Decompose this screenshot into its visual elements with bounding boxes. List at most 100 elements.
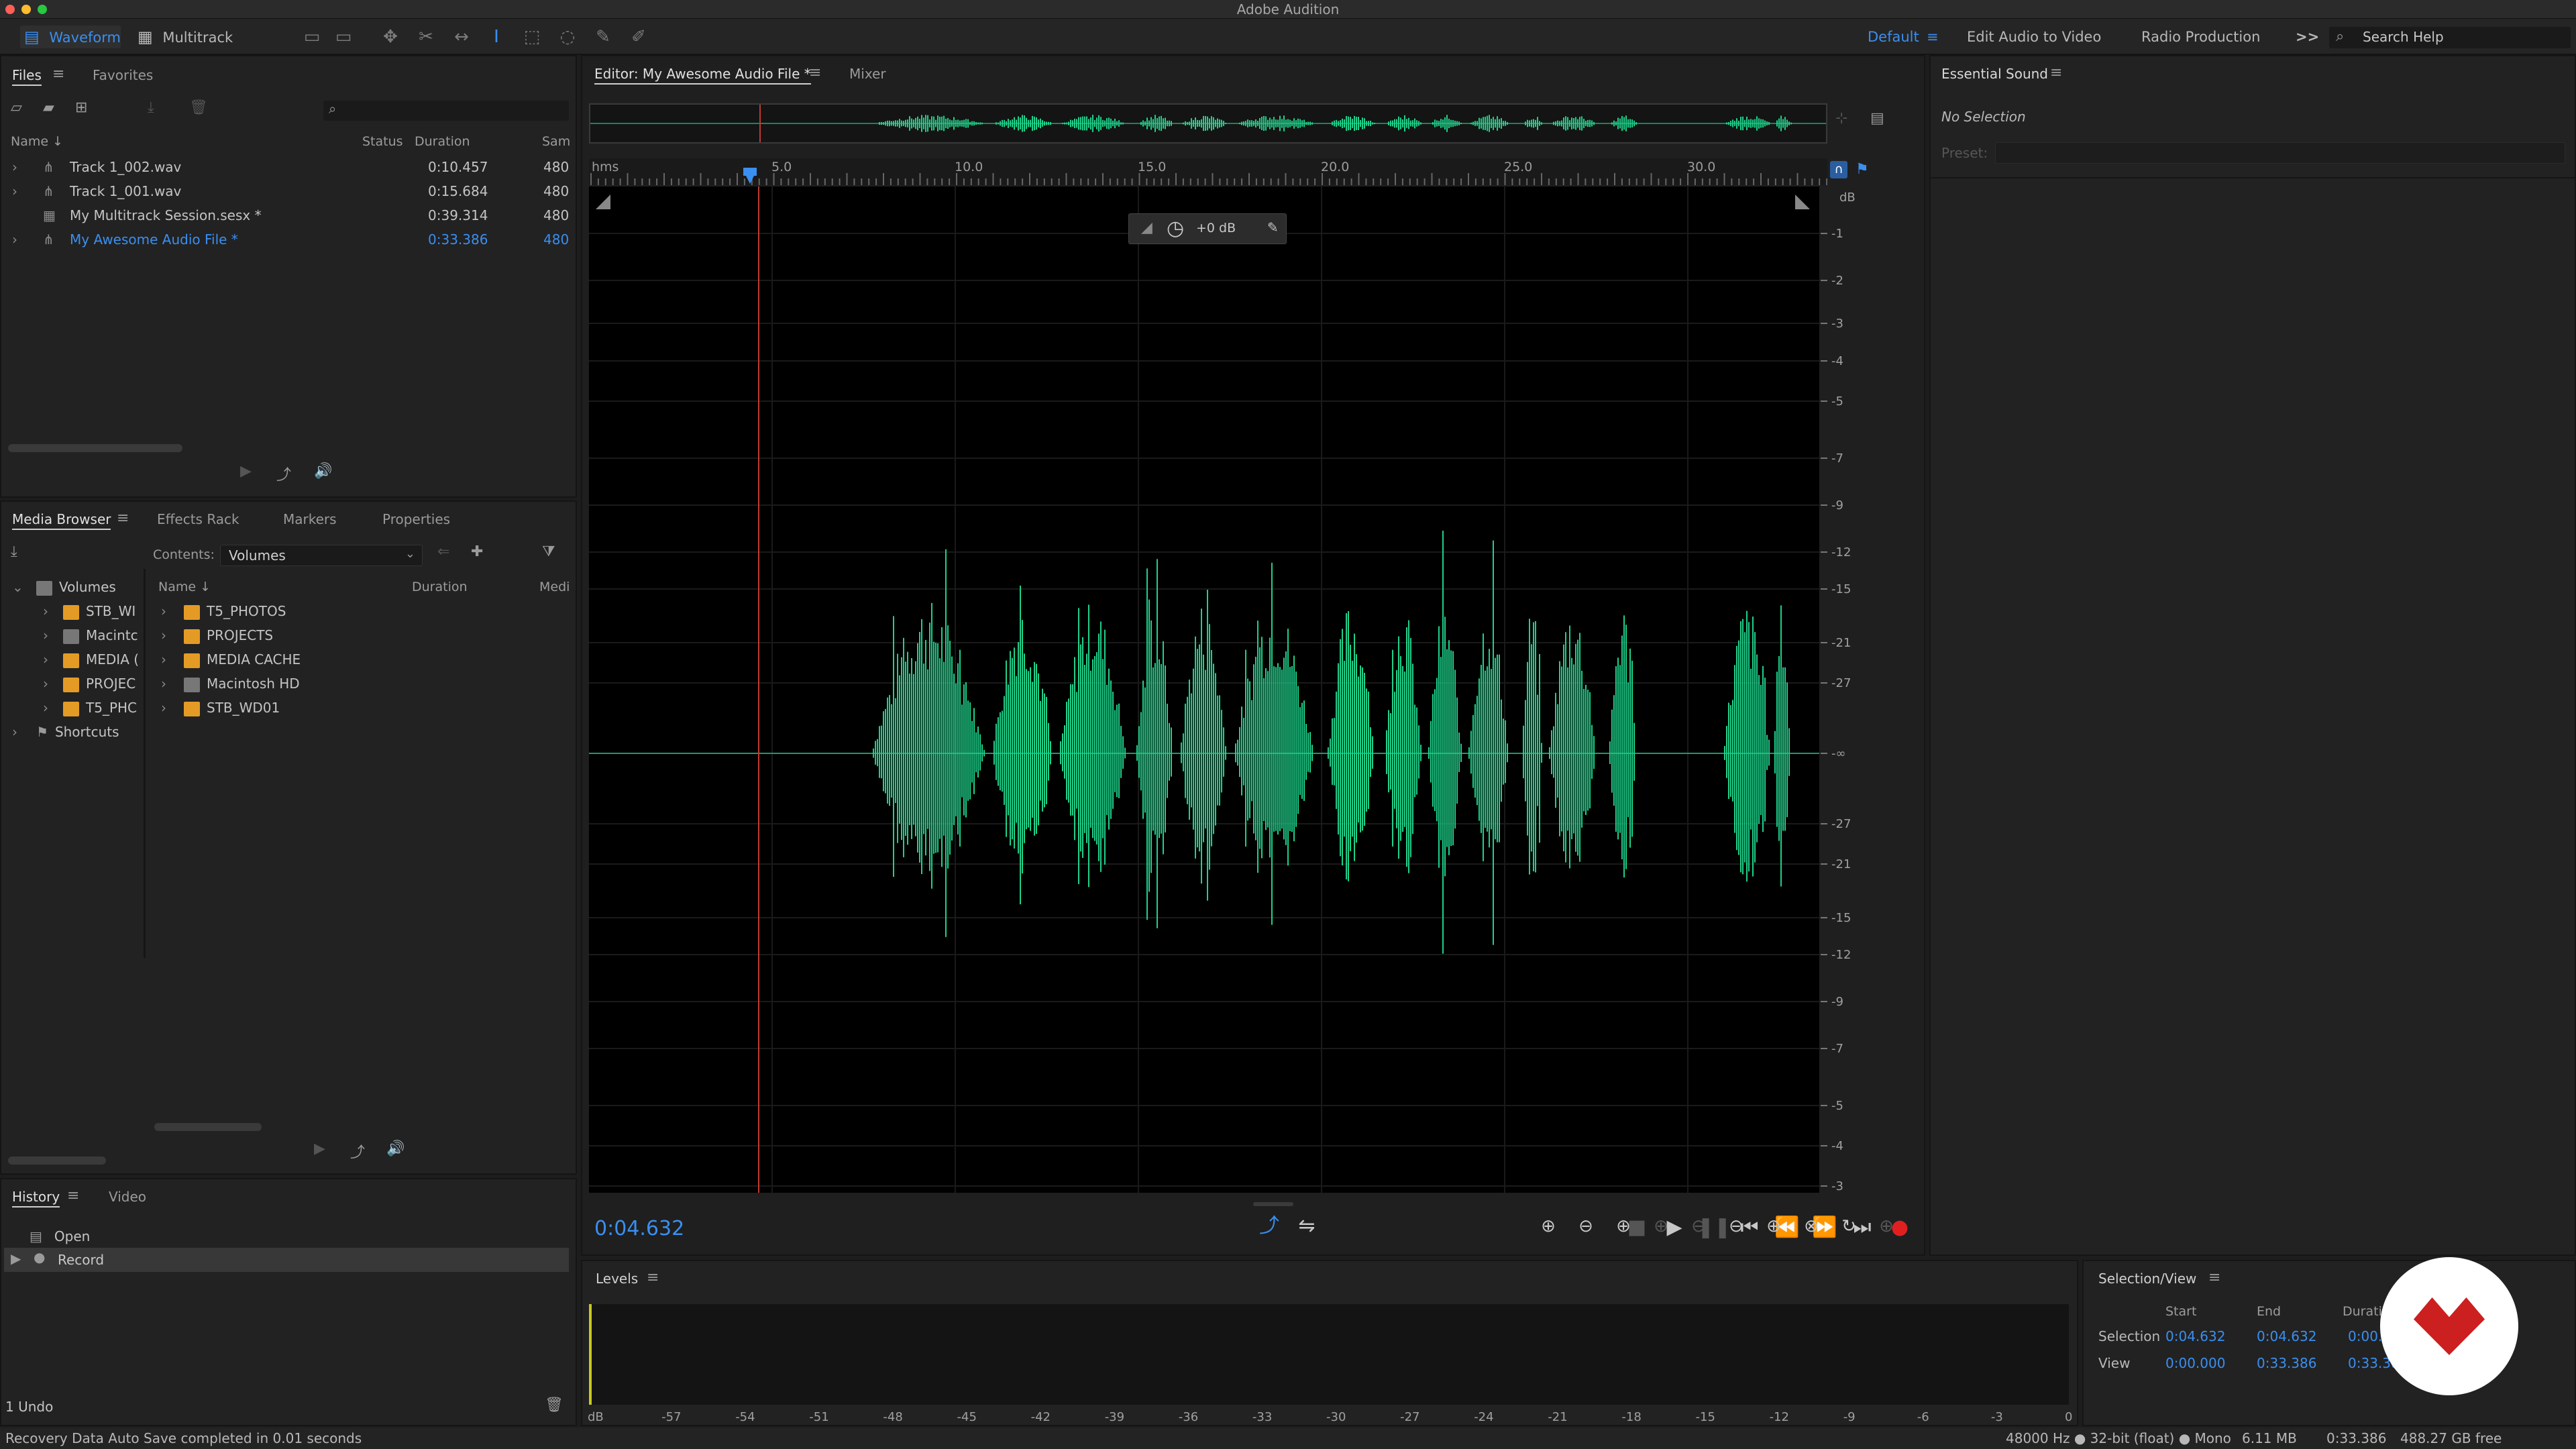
zoom-out-point-icon[interactable]: ⊖: [1684, 1213, 1713, 1240]
play-preview-icon[interactable]: ▶: [314, 1140, 325, 1157]
preset-dropdown[interactable]: [1995, 142, 2565, 164]
list-horizontal-scrollbar[interactable]: [154, 1123, 262, 1131]
insert-icon[interactable]: ⤓: [148, 99, 154, 116]
expand-chevron-icon[interactable]: ›: [43, 600, 48, 623]
splitter[interactable]: [144, 569, 146, 958]
delete-file-icon[interactable]: 🗑: [189, 99, 208, 116]
tree-volumes[interactable]: Volumes: [36, 576, 116, 598]
spectral-pitch-icon[interactable]: ▭: [333, 27, 354, 47]
list-item[interactable]: Macintosh HD: [184, 672, 300, 695]
list-item[interactable]: T5_PHOTOS: [184, 600, 286, 623]
levels-panel-menu-icon[interactable]: ≡: [647, 1269, 659, 1286]
media-panel-menu-icon[interactable]: ≡: [117, 510, 129, 527]
multitrack-view-button[interactable]: ▦ Multitrack: [138, 25, 245, 48]
tab-mixer[interactable]: Mixer: [849, 64, 886, 83]
contents-dropdown[interactable]: Volumes ⌄: [220, 545, 423, 566]
tree-item[interactable]: Macintc: [63, 624, 138, 647]
zoom-out-amplitude-icon[interactable]: ⊖: [1571, 1213, 1601, 1240]
tab-history[interactable]: History: [12, 1187, 60, 1208]
tab-video[interactable]: Video: [109, 1187, 146, 1206]
brush-tool-icon[interactable]: ✎: [593, 27, 613, 47]
expand-chevron-icon[interactable]: ›: [43, 696, 48, 719]
play-preview-icon[interactable]: ▶: [240, 463, 252, 480]
zoom-in-amplitude-icon[interactable]: ⊕: [1534, 1213, 1563, 1240]
expand-chevron-icon[interactable]: ›: [161, 600, 166, 623]
spot-healing-tool-icon[interactable]: ✐: [629, 27, 649, 47]
marker-icon[interactable]: ⚑: [1856, 161, 1869, 178]
zoom-to-selection-icon[interactable]: ⊹: [1835, 110, 1847, 127]
files-horizontal-scrollbar[interactable]: [8, 444, 182, 452]
expand-chevron-icon[interactable]: ›: [43, 672, 48, 695]
tab-media-browser[interactable]: Media Browser: [12, 510, 111, 530]
spectral-frequency-icon[interactable]: ▭: [302, 27, 322, 47]
expand-chevron-icon[interactable]: ›: [161, 624, 166, 647]
skip-selection-icon[interactable]: ⇋: [1292, 1213, 1322, 1240]
waveform-view-button[interactable]: ▤ Waveform: [20, 25, 121, 48]
snap-icon[interactable]: ∩: [1830, 161, 1847, 178]
filter-icon[interactable]: ⧩: [542, 543, 555, 560]
expand-chevron-icon[interactable]: ›: [12, 720, 17, 743]
column-duration[interactable]: Duration: [415, 130, 470, 153]
overview-navigator[interactable]: [589, 103, 1827, 144]
loop-preview-icon[interactable]: ⤴: [350, 1140, 365, 1162]
back-icon[interactable]: ⇐: [437, 543, 449, 560]
expand-chevron-icon[interactable]: ›: [43, 624, 48, 647]
tree-item[interactable]: T5_PHC: [63, 696, 137, 719]
history-panel-menu-icon[interactable]: ≡: [67, 1187, 79, 1204]
view-start[interactable]: 0:00.000: [2165, 1355, 2225, 1371]
tree-item[interactable]: PROJEC: [63, 672, 136, 695]
column-sample-rate[interactable]: Sam: [542, 130, 570, 153]
open-file-icon[interactable]: ▱: [11, 99, 22, 116]
more-workspaces-button[interactable]: >>: [2296, 25, 2319, 48]
razor-tool-icon[interactable]: ✂: [416, 27, 436, 47]
current-time-display[interactable]: 0:04.632: [594, 1217, 684, 1240]
auto-play-icon[interactable]: 🔊: [386, 1140, 405, 1157]
tree-shortcuts[interactable]: ⚑ Shortcuts: [36, 720, 119, 743]
expand-chevron-icon[interactable]: ›: [43, 648, 48, 671]
files-panel-menu-icon[interactable]: ≡: [52, 66, 64, 83]
go-to-location-icon[interactable]: ⤓: [11, 543, 17, 560]
hud-gain-control[interactable]: ◢ ◷ +0 dB ✎: [1128, 213, 1287, 244]
selection-end[interactable]: 0:04.632: [2257, 1328, 2316, 1344]
selection-duration[interactable]: 0:00.: [2348, 1328, 2382, 1344]
tab-markers[interactable]: Markers: [283, 510, 337, 529]
view-end[interactable]: 0:33.386: [2257, 1355, 2316, 1371]
tab-properties[interactable]: Properties: [382, 510, 450, 529]
time-ruler[interactable]: hms 5.0 10.0 15.0 20.0 25.0 30.0: [589, 158, 1827, 185]
lasso-tool-icon[interactable]: ◌: [557, 27, 578, 47]
tab-effects-rack[interactable]: Effects Rack: [157, 510, 239, 529]
files-search-input[interactable]: ⌕: [323, 101, 569, 121]
new-file-icon[interactable]: ⊞: [75, 99, 87, 116]
zoom-out-full-icon[interactable]: ⊖: [1721, 1213, 1751, 1240]
list-item[interactable]: STB_WD01: [184, 696, 280, 719]
expand-chevron-icon[interactable]: ›: [12, 180, 17, 203]
tab-files[interactable]: Files: [12, 66, 42, 86]
history-item-selected[interactable]: ▶ ● Record: [4, 1248, 569, 1272]
volume-knob-icon[interactable]: ◷: [1167, 217, 1184, 240]
collapse-chevron-icon[interactable]: ⌄: [12, 576, 23, 598]
tab-editor[interactable]: Editor: My Awesome Audio File *: [594, 64, 811, 85]
tree-item[interactable]: STB_WI: [63, 600, 136, 623]
expand-chevron-icon[interactable]: ›: [12, 156, 17, 178]
show-editor-menu-icon[interactable]: ▤: [1870, 110, 1884, 127]
column-media[interactable]: Medi: [539, 576, 570, 598]
zoom-in-point-icon[interactable]: ⊕: [1646, 1213, 1676, 1240]
list-item[interactable]: MEDIA CACHE: [184, 648, 301, 671]
move-tool-icon[interactable]: ✥: [380, 27, 400, 47]
history-item[interactable]: ▤ Open: [30, 1225, 90, 1248]
column-status[interactable]: Status: [362, 130, 403, 153]
loop-playback-icon[interactable]: ⤴: [1254, 1213, 1284, 1240]
time-selection-tool-icon[interactable]: I: [486, 27, 506, 47]
waveform-display[interactable]: ◢ ◷ +0 dB ✎: [589, 186, 1819, 1193]
list-item[interactable]: PROJECTS: [184, 624, 273, 647]
column-name[interactable]: Name ↓: [158, 576, 211, 598]
import-file-icon[interactable]: ▰: [43, 99, 54, 116]
zoom-tracks-icon[interactable]: ⊕: [1872, 1213, 1901, 1240]
tree-horizontal-scrollbar[interactable]: [8, 1157, 106, 1165]
add-shortcut-icon[interactable]: ✚: [471, 543, 483, 560]
tab-favorites[interactable]: Favorites: [93, 66, 153, 85]
selection-view-menu-icon[interactable]: ≡: [2208, 1269, 2220, 1286]
column-name[interactable]: Name ↓: [11, 130, 63, 153]
tree-item[interactable]: MEDIA (: [63, 648, 139, 671]
column-duration[interactable]: Duration: [412, 576, 468, 598]
